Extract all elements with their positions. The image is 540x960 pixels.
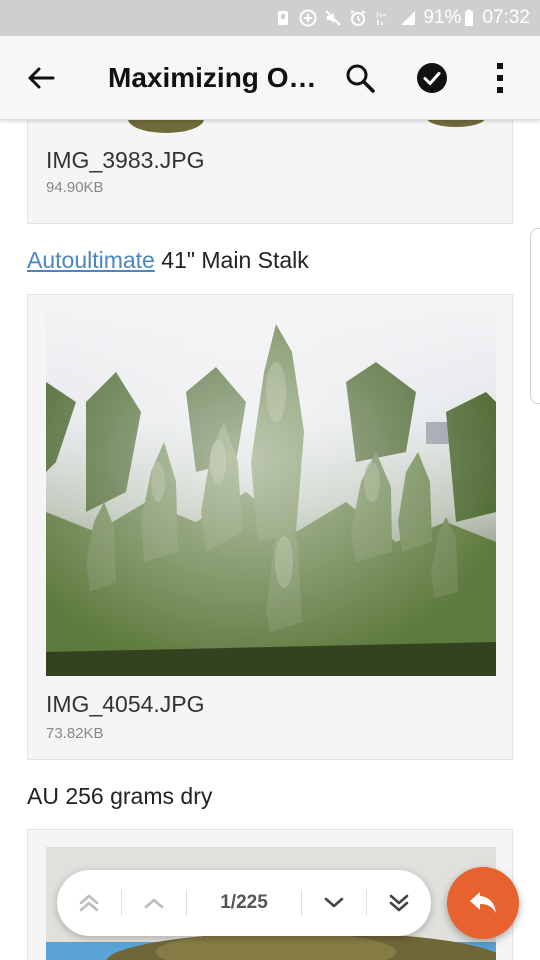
battery-percent: 91% — [423, 7, 462, 28]
svg-text:H+: H+ — [376, 11, 387, 20]
more-vert-icon — [497, 63, 503, 93]
attachment-file-size: 73.82KB — [46, 725, 104, 742]
post-text: Autoultimate 41" Main Stalk — [27, 247, 309, 274]
status-bar: H+ 91% 07:32 — [0, 0, 540, 36]
app-bar: Maximizing Outdoor Autoflower Yields — [0, 36, 540, 120]
scroll-handle[interactable] — [530, 228, 540, 404]
last-page-button[interactable] — [367, 870, 431, 936]
post-text-body: AU 256 grams dry — [27, 783, 213, 809]
storage-icon — [274, 9, 292, 27]
username-link[interactable]: Autoultimate — [27, 247, 155, 273]
page-navigator: 1/225 — [57, 870, 431, 936]
next-page-icon — [324, 897, 344, 908]
previous-page-button[interactable] — [122, 870, 186, 936]
attachment-image[interactable] — [46, 120, 496, 139]
status-clock: 07:32 — [482, 7, 530, 28]
previous-page-icon — [144, 898, 164, 909]
thread-content[interactable]: IMG_3983.JPG 94.90KB Autoultimate 41" Ma… — [0, 120, 540, 960]
attachment-file-name: IMG_4054.JPG — [46, 691, 205, 717]
more-options-button[interactable] — [480, 58, 520, 98]
post-text-body: 41" Main Stalk — [154, 247, 309, 273]
network-hplus-icon: H+ — [374, 9, 392, 27]
page-indicator[interactable]: 1/225 — [187, 892, 301, 914]
attachment-image[interactable] — [46, 312, 496, 676]
next-page-button[interactable] — [302, 870, 366, 936]
reply-button[interactable] — [447, 867, 519, 939]
back-arrow-icon — [28, 67, 55, 89]
last-page-icon — [389, 894, 409, 912]
check-circle-icon — [417, 63, 447, 93]
reply-icon — [470, 892, 496, 913]
mute-icon — [324, 9, 342, 27]
search-button[interactable] — [340, 58, 380, 98]
signal-icon — [399, 9, 417, 27]
first-page-icon — [79, 894, 99, 912]
add-circle-icon — [299, 9, 317, 27]
select-button[interactable] — [412, 58, 452, 98]
attachment-file-size: 94.90KB — [46, 179, 104, 196]
battery-icon — [464, 9, 474, 27]
post-text: AU 256 grams dry — [27, 783, 212, 810]
page-title: Maximizing Outdoor Autoflower Yields — [108, 62, 318, 93]
alarm-icon — [349, 9, 367, 27]
attachment-card[interactable]: IMG_4054.JPG 73.82KB — [27, 294, 513, 760]
attachment-file-name: IMG_3983.JPG — [46, 147, 205, 173]
first-page-button[interactable] — [57, 870, 121, 936]
search-icon — [346, 64, 375, 93]
attachment-card[interactable]: IMG_3983.JPG 94.90KB — [27, 120, 513, 224]
back-button[interactable] — [24, 60, 58, 96]
